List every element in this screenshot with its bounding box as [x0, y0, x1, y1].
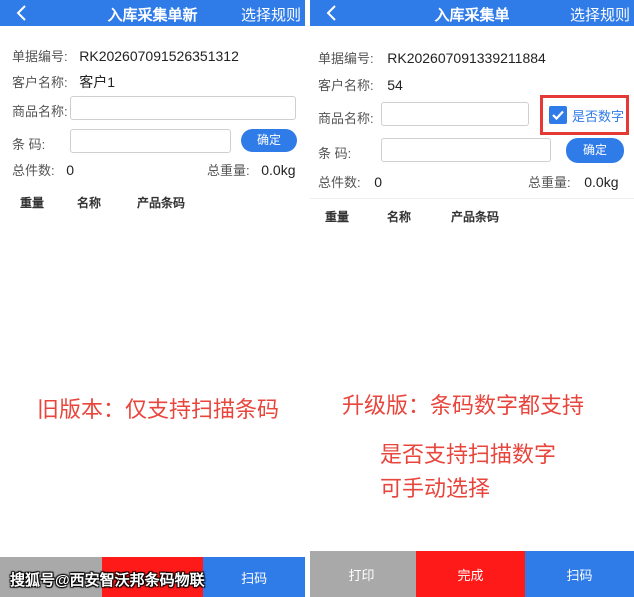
total-weight-value: 0.0kg	[261, 162, 296, 178]
upgraded-version-screen: 入库采集单 选择规则 单据编号: RK202607091339211884 客户…	[310, 0, 634, 597]
column-barcode: 产品条码	[451, 210, 500, 224]
is-number-highlight: 是否数字	[540, 95, 629, 135]
title-bar: 入库采集单新 选择规则	[0, 0, 305, 26]
barcode-label: 条 码:	[12, 137, 46, 152]
total-count: 总件数: 0	[318, 172, 382, 191]
customer-value: 54	[387, 77, 403, 93]
watermark: 搜狐号@西安智沃邦条码物联	[10, 572, 205, 589]
old-version-screen: 入库采集单新 选择规则 单据编号: RK202607091526351312 客…	[0, 0, 305, 597]
bottom-action-bar: 打印 完成 扫码	[310, 551, 634, 597]
select-rule-button[interactable]: 选择规则	[570, 4, 630, 25]
scan-button[interactable]: 扫码	[525, 551, 634, 597]
total-count: 总件数: 0	[12, 160, 74, 179]
finish-button[interactable]: 完成	[416, 551, 525, 597]
is-number-checkbox[interactable]	[549, 106, 567, 124]
doc-no-value: RK202607091526351312	[79, 48, 239, 64]
confirm-button[interactable]: 确定	[566, 138, 624, 163]
upgraded-note-line3: 可手动选择	[380, 476, 491, 501]
total-count-value: 0	[374, 174, 383, 190]
total-weight-label: 总重量:	[207, 163, 250, 178]
doc-no-row: 单据编号: RK202607091526351312	[12, 46, 239, 65]
upgraded-note-line2: 是否支持扫描数字	[380, 442, 557, 467]
customer-label: 客户名称:	[318, 78, 374, 93]
doc-no-label: 单据编号:	[12, 49, 68, 64]
total-count-value: 0	[66, 162, 75, 178]
total-weight-label: 总重量:	[528, 175, 571, 190]
column-name: 名称	[77, 196, 102, 210]
title-bar: 入库采集单 选择规则	[310, 0, 634, 26]
doc-no-row: 单据编号: RK202607091339211884	[318, 48, 546, 67]
total-count-label: 总件数:	[318, 175, 361, 190]
column-weight: 重量	[325, 210, 350, 224]
checkmark-icon	[552, 110, 564, 121]
confirm-button[interactable]: 确定	[241, 129, 297, 152]
scan-button[interactable]: 扫码	[203, 557, 305, 597]
column-barcode: 产品条码	[137, 196, 186, 210]
customer-label: 客户名称:	[12, 75, 68, 90]
header-divider	[310, 198, 634, 199]
barcode-input[interactable]	[381, 138, 551, 162]
select-rule-button[interactable]: 选择规则	[241, 4, 301, 25]
column-weight: 重量	[20, 196, 45, 210]
doc-no-label: 单据编号:	[318, 51, 374, 66]
doc-no-value: RK202607091339211884	[387, 50, 546, 66]
product-label: 商品名称:	[12, 104, 68, 119]
column-name: 名称	[387, 210, 412, 224]
print-button[interactable]: 打印	[310, 551, 416, 597]
customer-row: 客户名称: 客户1	[12, 72, 115, 92]
customer-value: 客户1	[79, 74, 116, 90]
upgraded-note: 升级版：条码数字都支持	[342, 393, 585, 418]
product-name-input[interactable]	[381, 102, 529, 126]
product-label: 商品名称:	[318, 111, 374, 126]
customer-row: 客户名称: 54	[318, 75, 403, 94]
is-number-label: 是否数字	[572, 108, 625, 124]
total-weight: 总重量: 0.0kg	[207, 160, 296, 179]
old-version-note: 旧版本：仅支持扫描条码	[37, 397, 280, 422]
barcode-input[interactable]	[70, 129, 231, 153]
barcode-label: 条 码:	[318, 146, 352, 161]
total-count-label: 总件数:	[12, 163, 55, 178]
total-weight: 总重量: 0.0kg	[528, 172, 619, 191]
product-name-input[interactable]	[70, 96, 296, 120]
total-weight-value: 0.0kg	[584, 174, 619, 190]
